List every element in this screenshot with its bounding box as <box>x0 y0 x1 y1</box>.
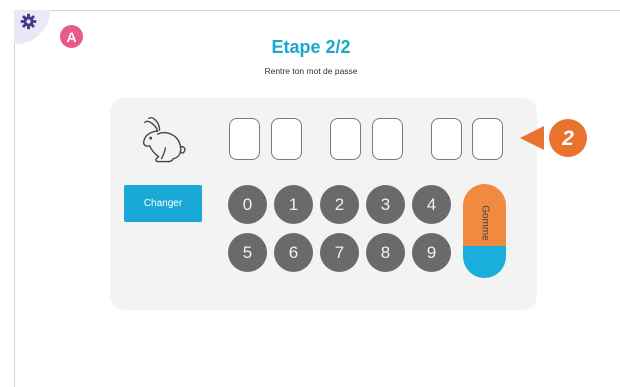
key-2[interactable]: 2 <box>320 185 359 224</box>
gear-icon[interactable] <box>20 13 37 30</box>
erase-button[interactable]: Gomme <box>463 184 506 278</box>
key-1[interactable]: 1 <box>274 185 313 224</box>
page-title: Etape 2/2 <box>271 37 351 57</box>
callout-number: 2 <box>561 127 574 150</box>
erase-label: Gomme <box>479 205 490 242</box>
key-5[interactable]: 5 <box>228 233 267 272</box>
password-slot-4[interactable] <box>372 118 403 160</box>
key-0[interactable]: 0 <box>228 185 267 224</box>
key-8[interactable]: 8 <box>366 233 405 272</box>
avatar[interactable]: A <box>60 25 83 48</box>
page-subtitle: Rentre ton mot de passe <box>264 66 358 76</box>
rabbit-icon <box>142 117 186 163</box>
password-slot-2[interactable] <box>271 118 302 160</box>
step-callout: 2 <box>520 119 587 157</box>
key-6[interactable]: 6 <box>274 233 313 272</box>
password-slot-1[interactable] <box>229 118 260 160</box>
key-4[interactable]: 4 <box>412 185 451 224</box>
change-button[interactable]: Changer <box>124 185 202 222</box>
password-slot-6[interactable] <box>472 118 503 160</box>
password-slot-3[interactable] <box>330 118 361 160</box>
password-slot-5[interactable] <box>431 118 462 160</box>
key-9[interactable]: 9 <box>412 233 451 272</box>
key-3[interactable]: 3 <box>366 185 405 224</box>
key-7[interactable]: 7 <box>320 233 359 272</box>
